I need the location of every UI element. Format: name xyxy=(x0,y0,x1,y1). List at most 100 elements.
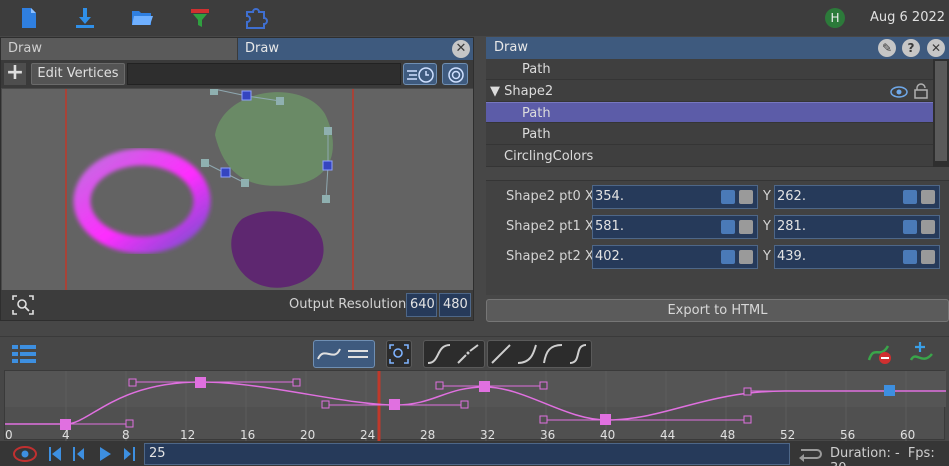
tree-item-path[interactable]: Path xyxy=(486,59,933,80)
puzzle-icon[interactable] xyxy=(244,6,268,30)
tick-label: 24 xyxy=(360,428,375,441)
tick-label: 0 xyxy=(5,428,13,441)
tree-item-path-2[interactable]: Path xyxy=(486,124,933,145)
tick-label: 48 xyxy=(720,428,735,441)
keyframe-add-icon[interactable] xyxy=(721,250,735,264)
tree-item-shape2[interactable]: ▼ Shape2 xyxy=(486,81,933,102)
pt1-x-field[interactable]: 581. xyxy=(592,215,758,239)
tick-label: 36 xyxy=(540,428,555,441)
pt0-x-field[interactable]: 354. xyxy=(592,185,758,209)
record-eye-icon[interactable] xyxy=(10,443,40,465)
viewport-footer: Output Resolution: 640 480 xyxy=(1,290,473,320)
properties-panel: Shape2 pt0 X 354. Y 262. Shape2 pt1 X 58… xyxy=(486,180,949,295)
resolution-height-field[interactable]: 480 xyxy=(439,293,471,317)
step-back-icon[interactable] xyxy=(72,445,86,463)
selected-keyframe[interactable] xyxy=(884,385,895,396)
tab-draw-1[interactable]: Draw xyxy=(1,38,237,60)
close-tab-icon[interactable]: ✕ xyxy=(452,40,470,58)
step-forward-icon[interactable] xyxy=(122,445,136,463)
layers-icon[interactable] xyxy=(12,344,38,364)
keyframe-remove-icon[interactable] xyxy=(739,250,753,264)
ease-icons xyxy=(427,344,479,364)
keyframe-remove-icon[interactable] xyxy=(739,190,753,204)
inspector-title: Draw xyxy=(494,40,528,55)
tick-label: 20 xyxy=(300,428,315,441)
eye-icon[interactable] xyxy=(890,86,908,98)
duration-fps-label: Duration: - Fps: 30 xyxy=(830,446,949,466)
scroll-thumb[interactable] xyxy=(935,61,947,161)
tree-scrollbar[interactable] xyxy=(933,59,949,167)
download-icon[interactable] xyxy=(73,6,97,30)
new-file-icon[interactable] xyxy=(17,6,41,30)
keyframe-remove-icon[interactable] xyxy=(921,190,935,204)
interpolation-buttons[interactable] xyxy=(487,340,592,368)
draw-canvas[interactable] xyxy=(2,89,473,290)
filter-icon[interactable] xyxy=(188,6,212,30)
edit-vertices-button[interactable]: Edit Vertices xyxy=(31,63,125,85)
output-resolution-label: Output Resolution: xyxy=(289,297,411,312)
tick-label: 60 xyxy=(900,428,915,441)
pt0-y-field[interactable]: 262. xyxy=(774,185,940,209)
tab-draw-2[interactable]: Draw xyxy=(238,38,473,60)
keyframe-add-icon[interactable] xyxy=(721,220,735,234)
tick-label: 56 xyxy=(840,428,855,441)
tick-label: 28 xyxy=(420,428,435,441)
ease-buttons[interactable] xyxy=(423,340,485,368)
play-icon[interactable] xyxy=(98,445,112,463)
export-html-button[interactable]: Export to HTML xyxy=(486,299,949,322)
pt2-x-field[interactable]: 402. xyxy=(592,245,758,269)
keyframe-add-icon[interactable] xyxy=(903,190,917,204)
playback-bar: 25 Duration: - Fps: 30 xyxy=(0,441,949,466)
loop-icon[interactable] xyxy=(795,445,825,463)
curve-editor[interactable]: 0 4 8 12 16 20 24 28 32 36 40 44 48 52 5… xyxy=(4,370,946,442)
help-icon[interactable]: ? xyxy=(902,39,920,57)
resolution-width-field[interactable]: 640 xyxy=(406,293,437,317)
viewport-toolbar: + Edit Vertices xyxy=(1,60,473,88)
keyframe-remove-icon[interactable] xyxy=(921,220,935,234)
tick-label: 4 xyxy=(62,428,70,441)
keyframe-add-icon[interactable] xyxy=(903,250,917,264)
remove-keyframe-icon[interactable] xyxy=(866,340,894,366)
scene-tree: Path ▼ Shape2 Path Path CirclingColors xyxy=(486,59,933,167)
keyframe-add-icon[interactable] xyxy=(903,220,917,234)
tick-label: 40 xyxy=(600,428,615,441)
timeline-panel: 0 4 8 12 16 20 24 28 32 36 40 44 48 52 5… xyxy=(0,336,949,466)
lock-icon[interactable] xyxy=(913,83,929,99)
duration-label: Duration: - xyxy=(830,446,900,461)
main-toolbar: H Aug 6 2022 xyxy=(0,0,949,36)
prop-label-pt0: Shape2 pt0 X xyxy=(506,189,594,204)
tree-item-circlingcolors[interactable]: CirclingColors xyxy=(486,146,933,167)
tick-labels: 0 4 8 12 16 20 24 28 32 36 40 44 48 52 5… xyxy=(5,428,915,442)
tick-label: 12 xyxy=(180,428,195,441)
interpolation-icons xyxy=(491,344,587,364)
tool-field[interactable] xyxy=(127,63,401,85)
pt1-y-field[interactable]: 281. xyxy=(774,215,940,239)
ring-shape xyxy=(73,148,211,254)
speed-clock-icon[interactable] xyxy=(403,63,437,85)
pt2-y-field[interactable]: 439. xyxy=(774,245,940,269)
keyframe-add-icon[interactable] xyxy=(721,190,735,204)
green-shape xyxy=(215,92,333,186)
draw-viewport-window: Draw Draw ✕ + Edit Vertices Output Resol… xyxy=(0,37,474,321)
zoom-timeline-icon[interactable] xyxy=(386,340,412,368)
target-icon[interactable] xyxy=(442,63,468,85)
keyframe-remove-icon[interactable] xyxy=(921,250,935,264)
y-label: Y xyxy=(763,219,771,234)
edit-icon[interactable]: ✎ xyxy=(878,39,896,57)
inspector-title-bar: Draw ✎ ? ✕ xyxy=(486,37,949,59)
y-label: Y xyxy=(763,189,771,204)
tree-item-path-selected[interactable]: Path xyxy=(486,102,933,123)
open-folder-icon[interactable] xyxy=(130,6,154,30)
zoom-fit-icon[interactable] xyxy=(11,294,35,316)
user-avatar[interactable]: H xyxy=(825,8,845,28)
add-keyframe-icon[interactable] xyxy=(908,340,936,366)
tick-label: 44 xyxy=(660,428,675,441)
close-icon[interactable]: ✕ xyxy=(927,39,945,57)
current-frame-field[interactable]: 25 xyxy=(144,443,790,465)
add-button[interactable]: + xyxy=(4,62,26,85)
curve-mode-toggle[interactable] xyxy=(313,340,375,368)
tick-label: 32 xyxy=(480,428,495,441)
tick-label: 52 xyxy=(780,428,795,441)
keyframe-remove-icon[interactable] xyxy=(739,220,753,234)
skip-start-icon[interactable] xyxy=(48,445,62,463)
